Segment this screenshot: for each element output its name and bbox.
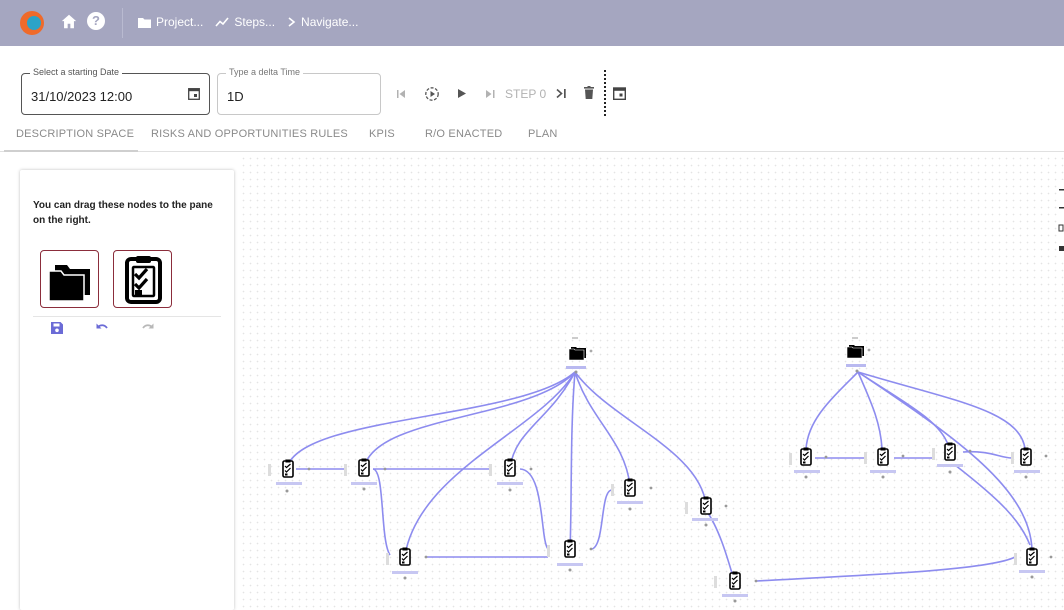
skip-start-icon[interactable] — [396, 89, 406, 99]
delete-icon[interactable] — [584, 86, 594, 99]
start-date-field[interactable]: Select a starting Date 31/10/2023 12:00 — [21, 67, 210, 115]
step-forward-icon[interactable] — [485, 89, 496, 99]
delta-time-label: Type a delta Time — [226, 67, 304, 77]
task-node[interactable] — [685, 495, 728, 527]
app-header: ? Project... Steps... Navigate... — [0, 0, 1064, 46]
tab-kpis[interactable]: KPIS — [369, 128, 395, 140]
task-node[interactable] — [1014, 546, 1053, 579]
task-node[interactable] — [714, 570, 758, 603]
folder-icon — [48, 265, 90, 302]
tab-plan[interactable]: PLAN — [528, 128, 558, 140]
graph-edges-right — [805, 371, 1033, 551]
delta-time-value[interactable]: 1D — [227, 89, 244, 104]
header-divider — [122, 8, 123, 38]
task-node[interactable] — [386, 546, 428, 580]
task-node[interactable] — [864, 446, 905, 479]
app-logo[interactable] — [20, 11, 44, 35]
node-palette: You can drag these nodes to the pane on … — [20, 170, 234, 610]
task-node[interactable] — [489, 457, 533, 492]
home-icon[interactable] — [60, 13, 78, 31]
tab-description-space[interactable]: DESCRIPTION SPACE — [16, 128, 134, 140]
canvas-controls[interactable] — [1057, 180, 1064, 258]
chevron-right-icon — [288, 17, 296, 27]
start-date-label: Select a starting Date — [30, 67, 123, 77]
task-node[interactable] — [789, 446, 828, 479]
task-node[interactable] — [268, 458, 311, 493]
palette-divider — [33, 316, 221, 317]
lock-icon[interactable] — [1059, 246, 1064, 251]
main-tabs: DESCRIPTION SPACE RISKS AND OPPORTUNITIE… — [0, 122, 1064, 152]
breadcrumb-label: Steps... — [234, 15, 276, 29]
zoom-in-icon[interactable] — [1059, 189, 1064, 191]
start-date-value[interactable]: 31/10/2023 12:00 — [31, 89, 132, 104]
redo-icon[interactable] — [141, 321, 155, 335]
delta-time-field[interactable]: Type a delta Time 1D — [217, 67, 381, 115]
undo-icon[interactable] — [95, 321, 109, 335]
task-node[interactable] — [932, 441, 972, 474]
play-icon[interactable] — [457, 88, 467, 99]
project-node[interactable] — [846, 337, 871, 373]
breadcrumb: Project... Steps... Navigate... — [138, 15, 364, 29]
skip-end-icon[interactable] — [556, 88, 567, 99]
flow-graph[interactable] — [240, 155, 1064, 610]
breadcrumb-label: Project... — [156, 15, 204, 29]
task-node[interactable] — [1011, 446, 1048, 479]
task-node-template[interactable] — [113, 250, 172, 308]
calendar-icon[interactable] — [188, 87, 200, 100]
project-node[interactable] — [566, 337, 593, 374]
project-node-template[interactable] — [40, 250, 99, 308]
step-counter: STEP 0 — [505, 87, 547, 101]
clipboard-check-icon — [125, 256, 162, 304]
tab-risks-opportunities-rules[interactable]: RISKS AND OPPORTUNITIES RULES — [151, 128, 348, 140]
folder-icon — [138, 17, 151, 28]
calendar-icon[interactable] — [613, 86, 626, 100]
save-icon[interactable] — [50, 321, 64, 335]
help-icon[interactable]: ? — [87, 12, 105, 30]
breadcrumb-label: Navigate... — [301, 15, 359, 29]
breadcrumb-steps[interactable]: Steps... — [215, 15, 275, 29]
task-node[interactable] — [611, 477, 653, 511]
breadcrumb-project[interactable]: Project... — [138, 15, 203, 29]
trending-icon — [215, 17, 229, 27]
breadcrumb-navigate[interactable]: Navigate... — [287, 15, 358, 29]
palette-help-text: You can drag these nodes to the pane on … — [33, 200, 213, 226]
flow-canvas[interactable] — [240, 155, 1064, 610]
tab-ro-enacted[interactable]: R/O ENACTED — [425, 128, 502, 140]
task-node[interactable] — [547, 538, 593, 572]
active-tab-indicator — [4, 150, 138, 152]
timeline-marker — [604, 70, 606, 116]
zoom-out-icon[interactable] — [1059, 207, 1064, 209]
auto-play-icon[interactable] — [424, 86, 440, 102]
